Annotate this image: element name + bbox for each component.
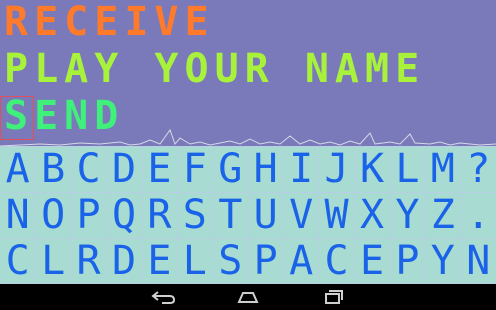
grid-line <box>425 146 426 284</box>
grid-line <box>35 146 36 284</box>
key-m[interactable]: M <box>425 146 460 192</box>
key-n[interactable]: N <box>461 238 496 284</box>
key-question[interactable]: ? <box>461 146 496 192</box>
grid-line <box>177 146 178 284</box>
key-f[interactable]: F <box>177 146 212 192</box>
key-v[interactable]: V <box>283 192 318 238</box>
key-d[interactable]: D <box>106 146 141 192</box>
audio-waveform <box>0 128 496 147</box>
receive-label[interactable]: RECEIVE <box>4 2 215 42</box>
key-i[interactable]: I <box>283 146 318 192</box>
key-k[interactable]: K <box>354 146 389 192</box>
key-y[interactable]: Y <box>425 238 460 284</box>
key-c[interactable]: C <box>319 238 354 284</box>
key-l[interactable]: L <box>177 238 212 284</box>
grid-line <box>461 146 462 284</box>
key-c[interactable]: C <box>71 146 106 192</box>
grid-line <box>354 146 355 284</box>
grid-line <box>213 146 214 284</box>
grid-line <box>106 146 107 284</box>
key-w[interactable]: W <box>319 192 354 238</box>
key-period[interactable]: . <box>461 192 496 238</box>
key-h[interactable]: H <box>248 146 283 192</box>
key-s[interactable]: S <box>213 238 248 284</box>
key-b[interactable]: B <box>35 146 70 192</box>
play-your-name-label[interactable]: PLAY YOUR NAME <box>4 49 425 89</box>
key-t[interactable]: T <box>213 192 248 238</box>
home-icon[interactable] <box>233 288 263 306</box>
key-g[interactable]: G <box>213 146 248 192</box>
recents-icon[interactable] <box>318 288 348 306</box>
key-r[interactable]: R <box>71 238 106 284</box>
key-p[interactable]: P <box>71 192 106 238</box>
key-p[interactable]: P <box>390 238 425 284</box>
key-x[interactable]: X <box>354 192 389 238</box>
back-icon[interactable] <box>148 288 178 306</box>
key-c[interactable]: C <box>0 238 35 284</box>
key-a[interactable]: A <box>0 146 35 192</box>
grid-line <box>283 146 284 284</box>
grid-line <box>319 146 320 284</box>
key-y[interactable]: Y <box>390 192 425 238</box>
key-q[interactable]: Q <box>106 192 141 238</box>
key-l[interactable]: L <box>390 146 425 192</box>
key-u[interactable]: U <box>248 192 283 238</box>
message-area: RECEIVE PLAY YOUR NAME SEND <box>0 0 496 147</box>
grid-line <box>142 146 143 284</box>
key-e[interactable]: E <box>142 238 177 284</box>
key-d[interactable]: D <box>106 238 141 284</box>
key-j[interactable]: J <box>319 146 354 192</box>
key-e[interactable]: E <box>142 146 177 192</box>
key-e[interactable]: E <box>354 238 389 284</box>
grid-line <box>390 146 391 284</box>
key-z[interactable]: Z <box>425 192 460 238</box>
key-a[interactable]: A <box>283 238 318 284</box>
grid-line <box>248 146 249 284</box>
key-l[interactable]: L <box>35 238 70 284</box>
key-s[interactable]: S <box>177 192 212 238</box>
grid-line <box>71 146 72 284</box>
key-r[interactable]: R <box>142 192 177 238</box>
key-n[interactable]: N <box>0 192 35 238</box>
system-navigation-bar <box>0 284 496 310</box>
key-p[interactable]: P <box>248 238 283 284</box>
key-o[interactable]: O <box>35 192 70 238</box>
